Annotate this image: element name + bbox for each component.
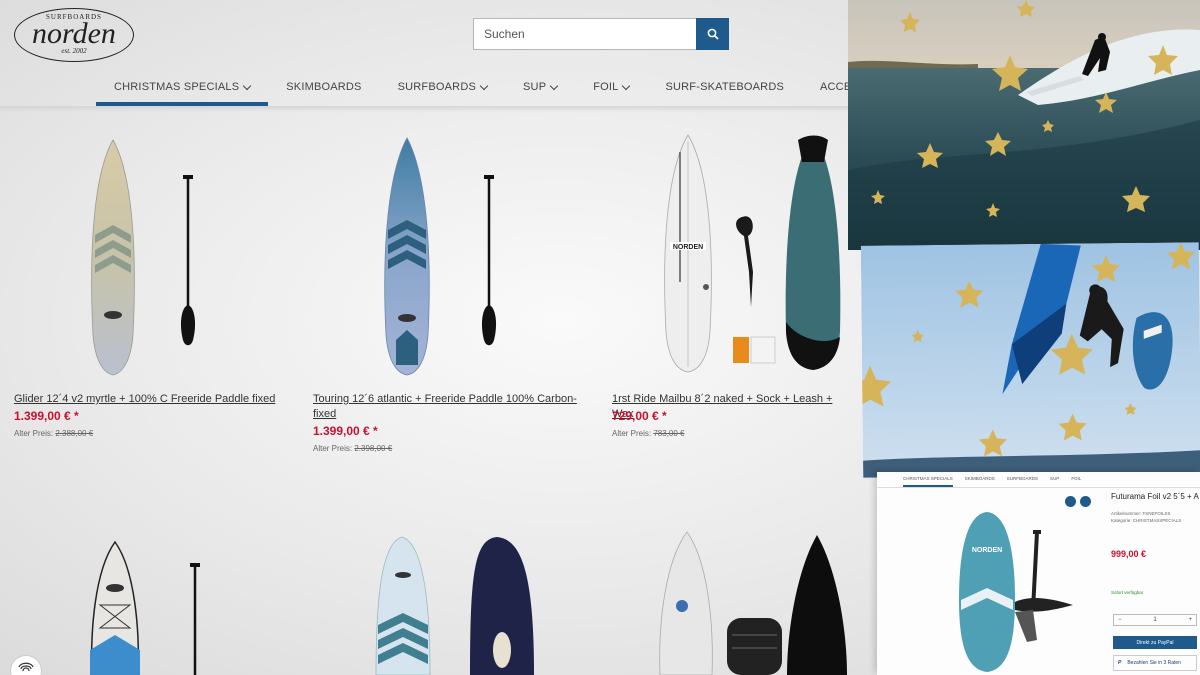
product-card: NORDEN 1rst Ride Mailbu 8´2 naked + Sock…	[600, 0, 848, 470]
product-price: 729,00 € *	[612, 409, 667, 423]
product-old-price: Alter Preis: 2.388,00 €	[14, 429, 93, 438]
paypal-logo-icon: P	[1118, 660, 1122, 666]
product-old-price: Alter Preis: 783,00 €	[612, 429, 685, 438]
detail-category: Kategorie: CHRISTMASSPECIALS	[1111, 518, 1182, 523]
detail-stock: Sofort verfügbar	[1111, 590, 1144, 595]
product-title[interactable]: Glider 12´4 v2 myrtle + 100% C Freeride …	[14, 392, 284, 407]
paypal-button[interactable]: Direkt zu PayPal	[1113, 636, 1197, 649]
detail-price: 999,00 €	[1111, 549, 1147, 559]
minus-icon[interactable]: −	[1118, 617, 1122, 623]
wingfoil-photo	[860, 242, 1200, 478]
product-image-sup-board-bag[interactable]	[372, 535, 542, 675]
product-detail-screenshot: CHRISTMAS SPECIALS SKIMBOARDS SURFBOARDS…	[877, 472, 1200, 675]
paypal-later-button[interactable]: P Bezahlen Sie in 3 Raten	[1113, 655, 1197, 671]
star-decorations	[871, 0, 1178, 217]
mini-nav-item: SURFBOARDS	[1006, 476, 1039, 481]
mini-nav-item: SUP	[1050, 476, 1060, 481]
paypal-later-label: Bezahlen Sie in 3 Raten	[1127, 660, 1181, 666]
old-price-label: Alter Preis:	[612, 429, 652, 438]
product-image-sup-board[interactable]	[85, 135, 215, 380]
product-old-price: Alter Preis: 2.398,00 €	[313, 444, 392, 453]
detail-title: Futurama Foil v2 5´5 + A	[1111, 492, 1199, 501]
old-price-value: 783,00 €	[653, 429, 685, 438]
mini-action-icons	[1065, 496, 1091, 507]
mini-nav-item: CHRISTMAS SPECIALS	[903, 476, 953, 487]
old-price-value: 2.398,00 €	[354, 444, 393, 453]
mini-nav-item: FOIL	[1071, 476, 1082, 481]
product-image-surfboard-bundle[interactable]	[652, 530, 852, 675]
product-title[interactable]: Touring 12´6 atlantic + Freeride Paddle …	[313, 392, 583, 422]
svg-text:NORDEN: NORDEN	[972, 547, 1002, 554]
compare-icon[interactable]	[1065, 496, 1076, 507]
surf-photo	[848, 0, 1200, 250]
product-image-sup-board[interactable]	[380, 135, 510, 380]
product-card: Glider 12´4 v2 myrtle + 100% C Freeride …	[0, 0, 300, 470]
product-price: 1.399,00 € *	[313, 424, 378, 438]
quantity-stepper[interactable]: − 1 +	[1113, 614, 1197, 626]
detail-sku: Artikelnummer: FSNEFOILSS	[1111, 511, 1171, 516]
mini-nav-item: SKIMBOARDS	[964, 476, 995, 481]
quantity-value: 1	[1153, 617, 1157, 623]
mini-navigation: CHRISTMAS SPECIALS SKIMBOARDS SURFBOARDS…	[877, 476, 1200, 488]
star-decorations	[860, 242, 1195, 457]
detail-meta: Artikelnummer: FSNEFOILSS Kategorie: CHR…	[1111, 510, 1181, 524]
product-card: Touring 12´6 atlantic + Freeride Paddle …	[300, 0, 600, 470]
foil-board-image: NORDEN	[959, 512, 1073, 672]
privacy-settings-button[interactable]	[10, 655, 42, 675]
old-price-label: Alter Preis:	[313, 444, 353, 453]
svg-text:NORDEN: NORDEN	[673, 244, 703, 251]
product-image-surfboard-bundle[interactable]: NORDEN	[658, 132, 848, 377]
heart-icon[interactable]	[1080, 496, 1091, 507]
fingerprint-icon	[18, 662, 34, 672]
plus-icon[interactable]: +	[1188, 617, 1192, 623]
product-image-sup-board[interactable]	[80, 540, 220, 675]
product-price: 1.399,00 € *	[14, 409, 79, 423]
old-price-label: Alter Preis:	[14, 429, 54, 438]
old-price-value: 2.388,00 €	[55, 429, 94, 438]
